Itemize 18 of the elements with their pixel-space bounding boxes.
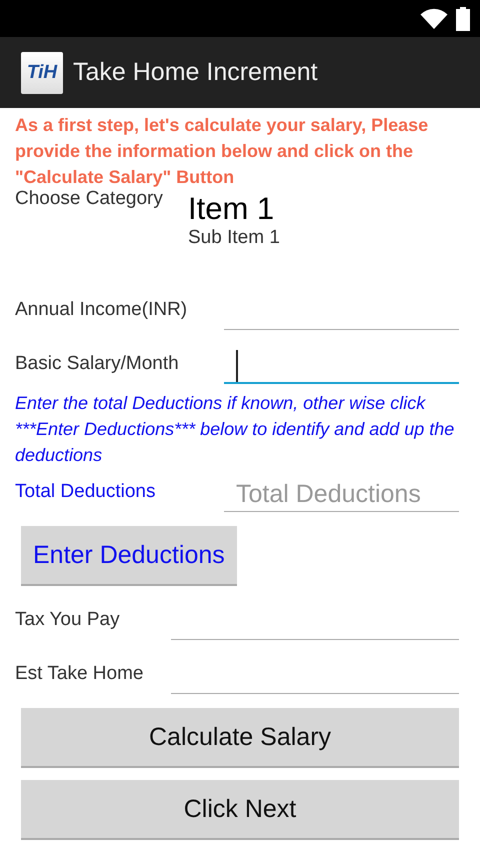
action-button[interactable]: Click Next bbox=[21, 780, 459, 840]
wifi-icon bbox=[420, 8, 448, 30]
field-label: Basic Salary/Month bbox=[15, 353, 179, 376]
action-button[interactable]: Calculate Salary bbox=[21, 708, 459, 768]
hint-text: Enter the total Deductions if known, other wise click ***Enter Deductions*** below to identify and add up the deductions bbox=[15, 392, 456, 467]
deductions-label: Total Deductions bbox=[15, 481, 156, 504]
category-label: Choose Category bbox=[15, 188, 164, 211]
input-field[interactable]: Total Deductions bbox=[224, 478, 459, 512]
field-label: Tax You Pay bbox=[15, 609, 120, 632]
battery-icon bbox=[456, 6, 470, 30]
field-label: Annual Income(INR) bbox=[15, 299, 188, 322]
enter-deductions-button[interactable]: Enter Deductions bbox=[21, 526, 237, 586]
input-field[interactable] bbox=[224, 350, 459, 384]
app-logo: TiH bbox=[21, 52, 63, 94]
intro-text: As a first step, let's calculate your salary, Please provide the information below and click on the "Calculate Salary" Button bbox=[15, 114, 430, 189]
field-label: Est Take Home bbox=[15, 663, 144, 686]
app-title: Take Home Increment bbox=[73, 58, 318, 87]
category-spinner[interactable]: Item 1 Sub Item 1 bbox=[188, 190, 280, 276]
